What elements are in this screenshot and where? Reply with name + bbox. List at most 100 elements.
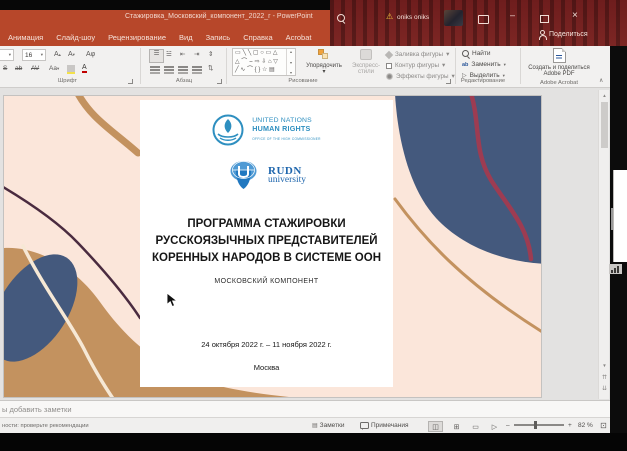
paragraph-dialog-launcher-icon[interactable]	[217, 79, 222, 84]
strikethrough-button[interactable]: S	[3, 65, 7, 73]
person-icon	[538, 30, 546, 38]
quick-styles-button[interactable]: Экспресс- стили	[350, 49, 382, 75]
shrink-font-button[interactable]: A▾	[68, 51, 75, 59]
slide-title-line1: ПРОГРАММА СТАЖИРОВКИ	[146, 216, 387, 233]
group-separator	[520, 48, 521, 84]
vertical-scrollbar[interactable]: ▲ ▼ ⇈ ⇊	[598, 90, 609, 399]
font-group-label: Шрифт	[0, 78, 135, 84]
decrease-indent-button[interactable]: ⇤	[180, 51, 185, 59]
drawing-group-label: Рисование	[228, 78, 378, 84]
shapes-gallery[interactable]: ▭ ╲ ╲ ▢ ○ ▭ △ △ ⌒ ⌣ ⇨ ⇩ ⌂ ▽ ╱ ∿ ⌒ { } ☆ …	[232, 48, 296, 76]
shapes-row[interactable]: ▭ ╲ ╲ ▢ ○ ▭ △	[235, 49, 287, 58]
shape-fill-button[interactable]: Заливка фигуры ▾	[386, 51, 449, 58]
justify-button[interactable]	[192, 66, 202, 68]
slide-canvas: UNITED NATIONS HUMAN RIGHTS OFFICE OF TH…	[0, 88, 610, 400]
slide-dates[interactable]: 24 октября 2022 г. – 11 ноября 2022 г.	[140, 340, 393, 349]
un-human-rights-logo: UNITED NATIONS HUMAN RIGHTS OFFICE OF TH…	[140, 114, 393, 146]
chevron-down-icon: ▾	[41, 53, 43, 57]
avatar[interactable]	[444, 10, 463, 26]
font-color-button[interactable]: А	[82, 65, 87, 73]
zoom-slider-track[interactable]	[514, 424, 564, 426]
zoom-slider-thumb[interactable]	[534, 421, 537, 429]
scroll-up-icon[interactable]: ▲	[599, 93, 610, 98]
tab-help[interactable]: Справка	[243, 33, 272, 42]
panel-grip[interactable]	[611, 208, 613, 230]
reading-view-button[interactable]: ▭	[468, 421, 483, 432]
scroll-down-icon[interactable]: ▼	[599, 363, 610, 368]
pdf-document-icon	[553, 48, 566, 63]
shape-effects-button[interactable]: Эффекты фигуры ▾	[386, 73, 455, 80]
arrange-button[interactable]: Упорядочить ▾	[302, 49, 346, 74]
zoom-out-button[interactable]: –	[506, 422, 510, 429]
slide[interactable]: UNITED NATIONS HUMAN RIGHTS OFFICE OF TH…	[4, 96, 541, 397]
clear-formatting-button[interactable]: Аφ	[86, 51, 95, 59]
zoom-in-button[interactable]: +	[568, 422, 572, 429]
chevron-down-icon: ▾	[9, 53, 11, 57]
close-button[interactable]: ×	[572, 11, 578, 20]
highlight-color-button[interactable]	[67, 65, 75, 74]
slide-title[interactable]: ПРОГРАММА СТАЖИРОВКИ РУССКОЯЗЫЧНЫХ ПРЕДС…	[146, 216, 387, 267]
collapse-ribbon-button[interactable]: ∧	[599, 77, 603, 84]
font-dialog-launcher-icon[interactable]	[128, 79, 133, 84]
tab-record[interactable]: Запись	[206, 33, 231, 42]
fit-to-window-button[interactable]: ⊡	[596, 420, 611, 431]
increase-indent-button[interactable]: ⇥	[194, 51, 199, 59]
tab-animation[interactable]: Анимация	[8, 33, 43, 42]
find-button[interactable]: Найти	[462, 50, 491, 57]
font-size-dropdown[interactable]: 16 ▾	[22, 49, 46, 61]
character-spacing-button[interactable]: AV	[31, 65, 39, 73]
shape-outline-button[interactable]: Контур фигуры ▾	[386, 62, 445, 69]
align-center-button[interactable]	[164, 66, 174, 68]
zoom-percentage[interactable]: 82 %	[578, 422, 593, 429]
comments-toggle-button[interactable]: Примечания	[360, 422, 409, 429]
normal-view-button[interactable]: ◫	[428, 421, 443, 432]
mouse-cursor-icon	[166, 292, 179, 309]
shapes-gallery-scrollbar[interactable]: ▴ ▾ ▾	[286, 49, 295, 75]
grow-font-button[interactable]: A▴	[54, 51, 61, 59]
shapes-row[interactable]: △ ⌒ ⌣ ⇨ ⇩ ⌂ ▽	[235, 58, 287, 67]
scrollbar-thumb[interactable]	[601, 102, 608, 148]
share-button[interactable]: Поделиться	[538, 30, 588, 38]
side-overlay-panel	[613, 170, 627, 262]
powerpoint-window: Стажировка_Московский_компонент_2022_г -…	[0, 0, 627, 451]
font-size-value: 16	[25, 52, 32, 59]
align-left-button[interactable]	[150, 66, 160, 68]
font-name-dropdown[interactable]: ▾	[0, 49, 14, 61]
shape-outline-icon	[386, 63, 392, 69]
numbering-button[interactable]: ☱	[166, 51, 172, 59]
search-icon[interactable]	[337, 14, 345, 22]
tab-slideshow[interactable]: Слайд-шоу	[56, 33, 95, 42]
align-right-button[interactable]	[178, 66, 188, 68]
subscript-button[interactable]: ab	[15, 65, 22, 73]
account-name[interactable]: oniks oniks	[397, 14, 429, 21]
ribbon-display-options-icon[interactable]	[478, 15, 489, 24]
group-separator	[140, 48, 141, 84]
slide-sorter-view-button[interactable]: ⊞	[449, 421, 464, 432]
notes-toggle-button[interactable]: ▤ Заметки	[312, 422, 345, 429]
notes-pane[interactable]: ы добавить заметки	[0, 400, 610, 417]
ribbon: ▾ 16 ▾ A▴ A▾ Аφ S ab AV Aa▾ А Шрифт ☰ ☱ …	[0, 46, 610, 88]
shapes-row[interactable]: ╱ ∿ ⌒ { } ☆ ▤	[235, 66, 287, 75]
title-card[interactable]: UNITED NATIONS HUMAN RIGHTS OFFICE OF TH…	[140, 100, 393, 387]
replace-button[interactable]: ab Заменить ▾	[462, 61, 506, 68]
create-pdf-button[interactable]: Создать и поделиться Adobe PDF	[522, 48, 596, 77]
bullets-button[interactable]: ☰	[149, 49, 164, 63]
minimize-button[interactable]: –	[510, 11, 515, 20]
slide-subtitle[interactable]: МОСКОВСКИЙ КОМПОНЕНТ	[140, 278, 393, 285]
slideshow-view-button[interactable]: ▷	[487, 421, 502, 432]
accessibility-status[interactable]: ности: проверьте рекомендации	[2, 423, 89, 429]
tab-acrobat[interactable]: Acrobat	[286, 33, 312, 42]
next-slide-icon[interactable]: ⇊	[599, 385, 610, 392]
restore-button[interactable]	[540, 15, 549, 23]
warning-icon: ⚠	[386, 12, 393, 21]
tab-view[interactable]: Вид	[179, 33, 193, 42]
un-logo-line2: HUMAN RIGHTS	[252, 125, 321, 134]
slide-city[interactable]: Москва	[140, 363, 393, 372]
text-direction-button[interactable]: ⇅	[208, 65, 213, 73]
slide-title-line3: КОРЕННЫХ НАРОДОВ В СИСТЕМЕ ООН	[146, 250, 387, 267]
un-emblem-icon	[212, 114, 244, 146]
line-spacing-button[interactable]: ⇕	[208, 51, 213, 59]
previous-slide-icon[interactable]: ⇈	[599, 374, 610, 381]
tab-review[interactable]: Рецензирование	[108, 33, 166, 42]
change-case-button[interactable]: Aa▾	[49, 65, 59, 73]
